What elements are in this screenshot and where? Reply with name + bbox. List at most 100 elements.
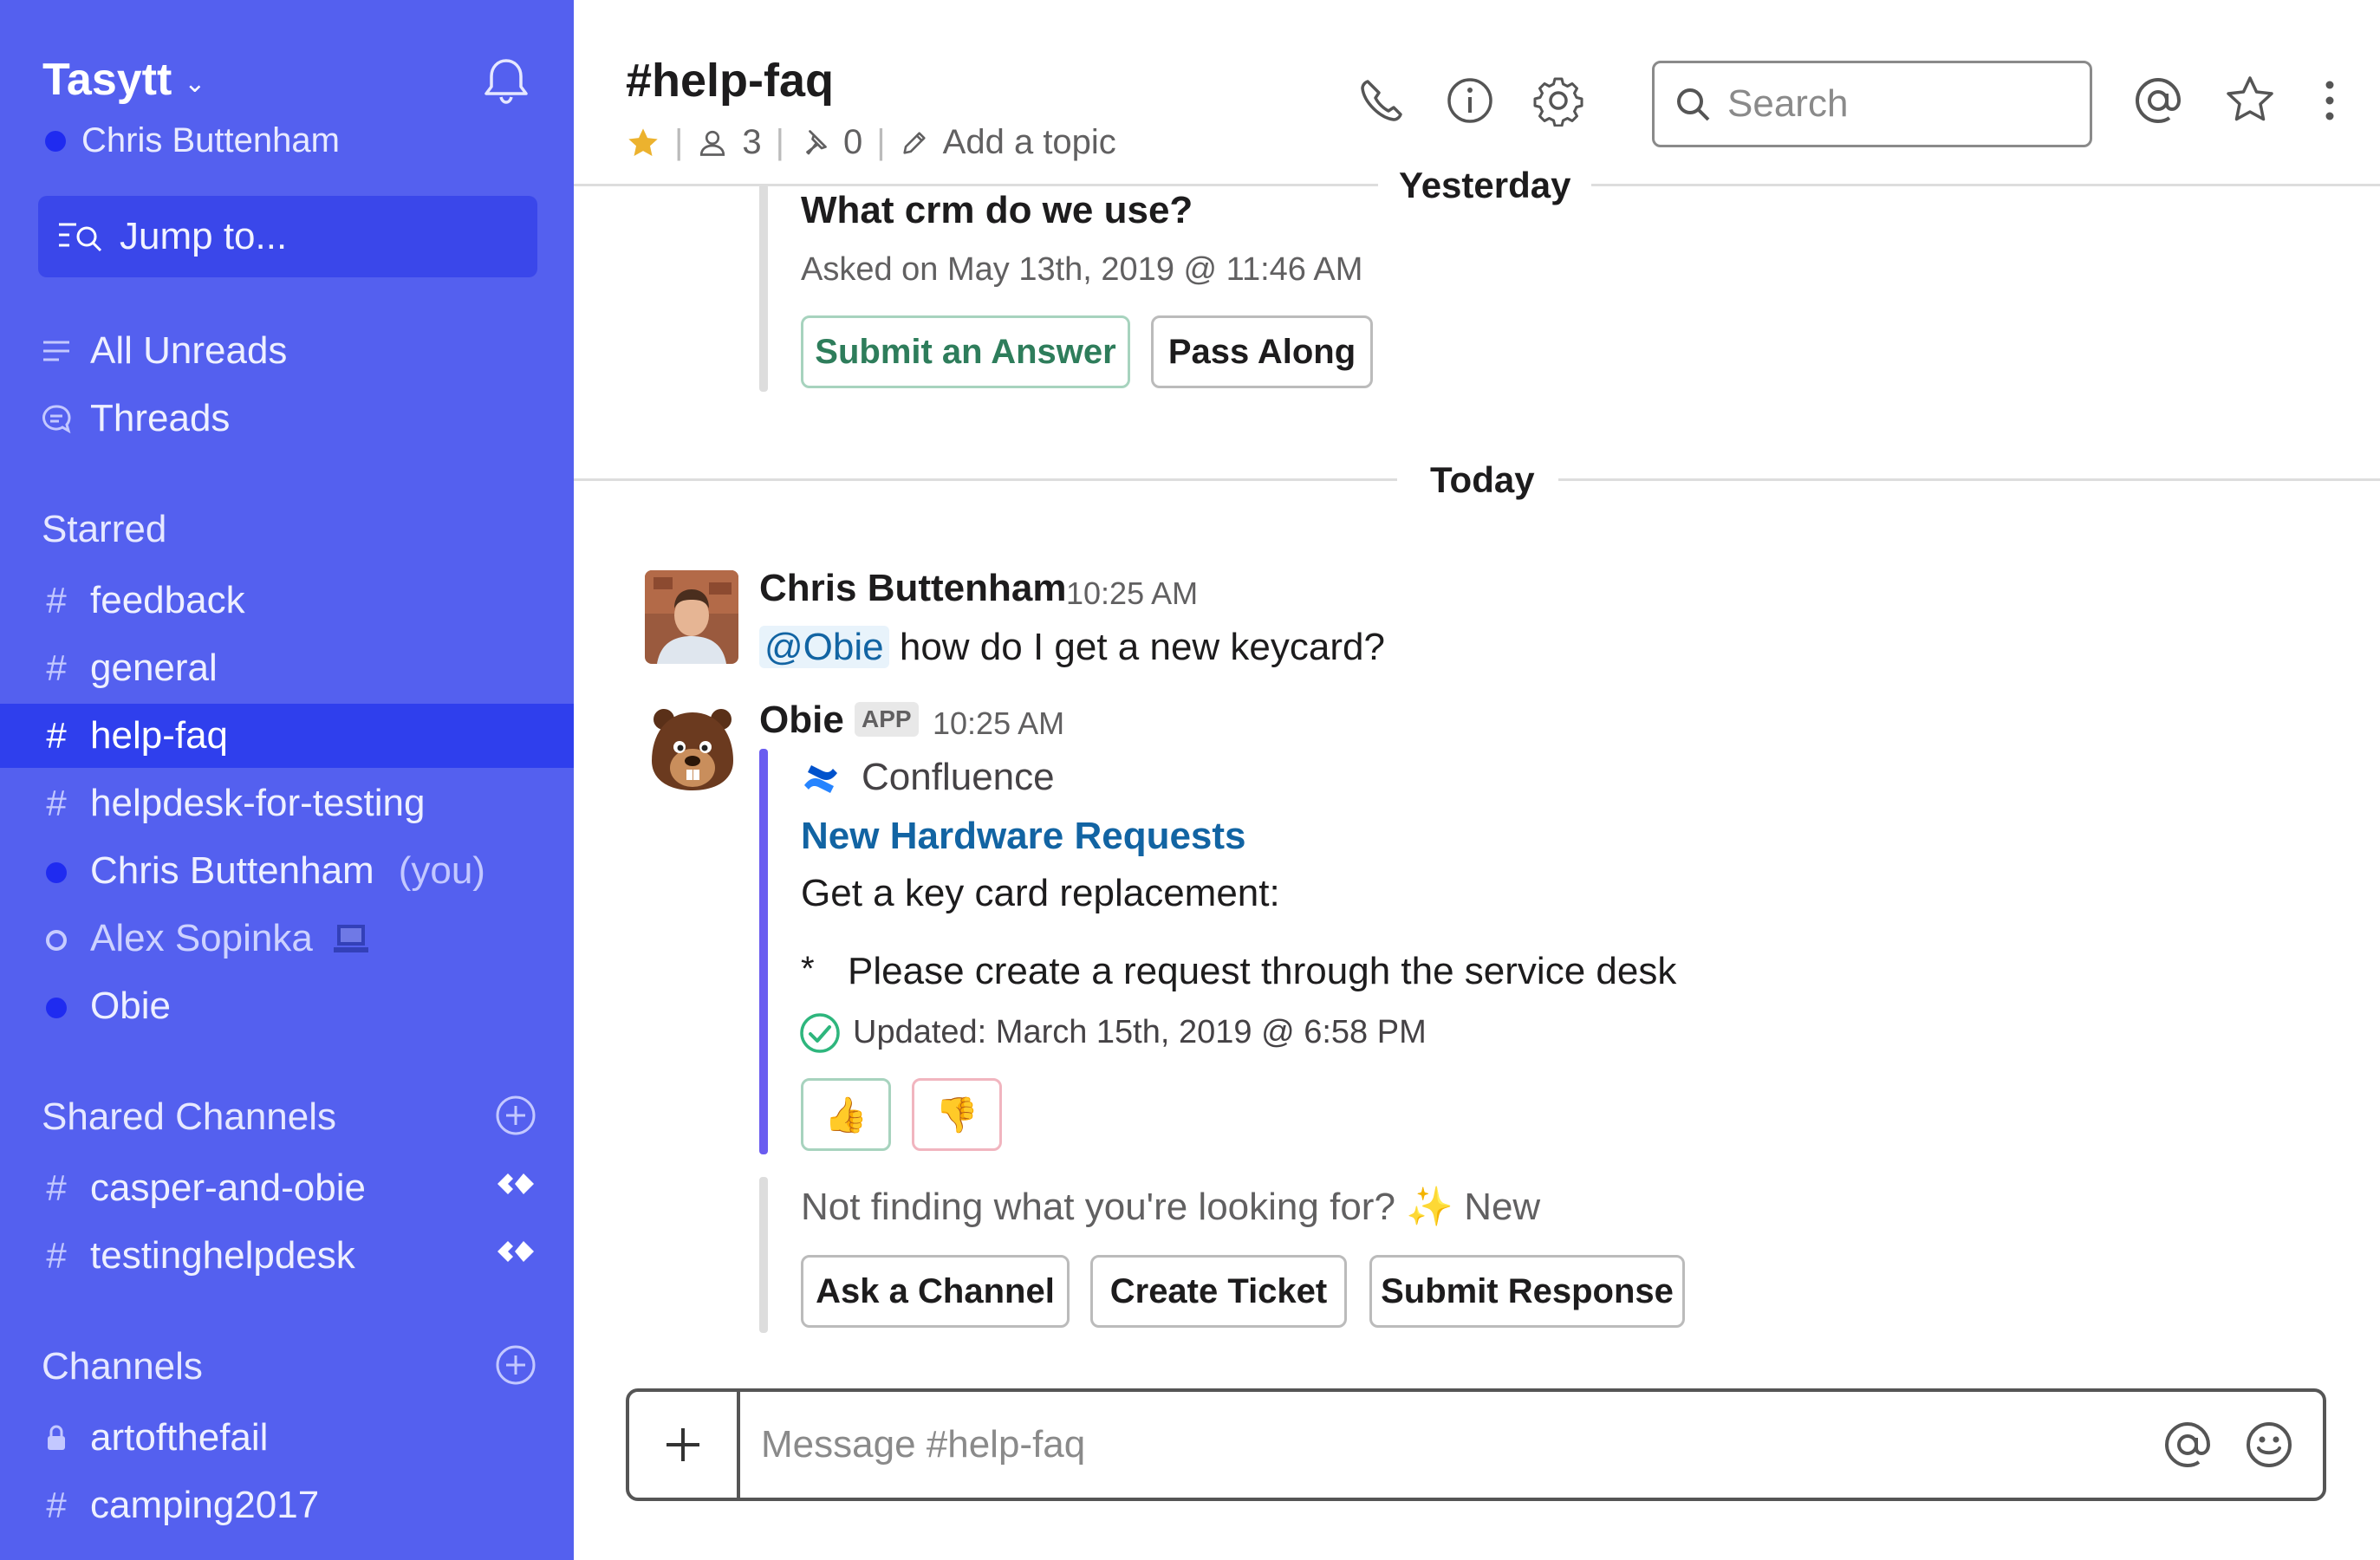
member-count[interactable]: 3 [742, 123, 761, 162]
pass-along-button[interactable]: Pass Along [1151, 315, 1373, 388]
team-switcher[interactable]: Tasytt ⌄ [42, 54, 205, 106]
not-finding-text: Not finding what you're looking for? ✨ N… [801, 1184, 1540, 1229]
thumbs-up-icon: 👍 [824, 1095, 868, 1134]
sidebar-item-dm-alex[interactable]: Alex Sopinka [0, 907, 574, 971]
hash-icon: # [46, 1485, 67, 1525]
info-icon[interactable] [1444, 75, 1496, 127]
search-icon [1677, 88, 1710, 121]
hash-icon: # [46, 783, 67, 823]
attachment-bar [759, 749, 768, 1154]
sidebar-item-label: testinghelpdesk [90, 1234, 355, 1277]
submit-response-button[interactable]: Submit Response [1369, 1255, 1685, 1328]
sidebar-item-all-unreads[interactable]: All Unreads [0, 319, 574, 383]
message-time[interactable]: 10:25 AM [933, 705, 1064, 742]
sidebar-item-helpdesk-for-testing[interactable]: # helpdesk-for-testing [0, 771, 574, 835]
pin-count[interactable]: 0 [843, 123, 862, 162]
channel-meta: | 3 | 0 | Add a topic [626, 123, 1116, 162]
hash-icon: # [46, 1167, 67, 1208]
day-divider-today: Today [1409, 459, 1556, 501]
sidebar-item-dm-chris[interactable]: Chris Buttenham (you) [0, 839, 574, 903]
add-channel-icon[interactable] [494, 1343, 537, 1387]
sidebar-item-label: Obie [90, 985, 171, 1027]
attachment-title-link[interactable]: New Hardware Requests [801, 815, 1246, 858]
thumbs-up-button[interactable]: 👍 [801, 1078, 891, 1151]
sidebar-item-threads[interactable]: Threads [0, 387, 574, 451]
add-topic-link[interactable]: Add a topic [943, 123, 1116, 162]
sidebar-item-camping2017[interactable]: # camping2017 [0, 1473, 574, 1537]
message-author[interactable]: Obie [759, 699, 844, 742]
channel-title[interactable]: #help-faq [626, 54, 834, 107]
sidebar-item-label: Chris Buttenham [90, 849, 374, 892]
sidebar-item-general[interactable]: # general [0, 636, 574, 700]
ask-a-channel-button[interactable]: Ask a Channel [801, 1255, 1070, 1328]
section-shared-channels-title[interactable]: Shared Channels [42, 1095, 336, 1139]
mention-obie[interactable]: @Obie [759, 626, 889, 668]
day-divider-yesterday: Yesterday [1378, 165, 1592, 206]
separator: | [876, 123, 886, 161]
sidebar-item-help-faq[interactable]: # help-faq [0, 704, 574, 768]
confluence-icon [804, 765, 837, 793]
jump-to-button[interactable]: Jump to... [38, 196, 537, 277]
sparkle-icon: ✨ [1406, 1186, 1453, 1228]
section-starred-title[interactable]: Starred [42, 508, 166, 551]
avatar[interactable] [645, 570, 738, 664]
message-text: @Obie how do I get a new keycard? [759, 626, 1385, 669]
create-ticket-button[interactable]: Create Ticket [1090, 1255, 1347, 1328]
message-time[interactable]: 10:25 AM [1066, 575, 1198, 612]
you-suffix: (you) [398, 849, 485, 892]
sidebar-item-dm-obie[interactable]: Obie [0, 974, 574, 1038]
message-input[interactable] [740, 1423, 2162, 1466]
question-title: What crm do we use? [801, 189, 1193, 231]
attachment-body: Get a key card replacement: [801, 872, 1280, 914]
team-name: Tasytt [42, 55, 172, 105]
obie-avatar[interactable] [645, 700, 740, 796]
attach-button[interactable] [629, 1392, 740, 1498]
sidebar-item-feedback[interactable]: # feedback [0, 569, 574, 633]
add-shared-channel-icon[interactable] [494, 1094, 537, 1137]
emoji-icon[interactable] [2243, 1419, 2295, 1471]
check-circle-icon [800, 1013, 840, 1053]
message-author[interactable]: Chris Buttenham [759, 567, 1066, 610]
more-vertical-icon[interactable] [2304, 75, 2356, 127]
sidebar-item-label: helpdesk-for-testing [90, 782, 426, 824]
laptop-status-icon [333, 925, 368, 952]
not-finding-label: Not finding what you're looking for? [801, 1186, 1395, 1228]
separator: | [674, 123, 684, 161]
divider-line [1586, 184, 2380, 186]
sidebar-item-casper-and-obie[interactable]: # casper-and-obie [0, 1156, 574, 1220]
search-input[interactable] [1727, 82, 2057, 126]
mention-icon[interactable] [2162, 1419, 2214, 1471]
pin-icon[interactable] [798, 127, 829, 159]
phone-icon[interactable] [1356, 75, 1408, 127]
message-body: how do I get a new keycard? [899, 626, 1385, 668]
question-asked-date: Asked on May 13th, 2019 @ 11:46 AM [801, 251, 1363, 288]
members-icon[interactable] [697, 127, 728, 159]
sidebar-item-artofthefail[interactable]: artofthefail [0, 1406, 574, 1470]
search-box[interactable] [1652, 61, 2092, 147]
current-user-name: Chris Buttenham [81, 121, 340, 159]
sidebar-item-testinghelpdesk[interactable]: # testinghelpdesk [0, 1224, 574, 1288]
sidebar-item-partial[interactable]: # [0, 1541, 574, 1560]
sidebar: Tasytt ⌄ Chris Buttenham Jump to... All … [0, 0, 574, 1560]
pencil-icon [903, 131, 926, 154]
star-outline-icon[interactable] [2224, 75, 2276, 127]
gear-icon[interactable] [1532, 75, 1584, 127]
star-filled-icon[interactable] [626, 126, 660, 160]
app-badge: APP [855, 702, 919, 737]
updated-date: Updated: March 15th, 2019 @ 6:58 PM [853, 1014, 1427, 1050]
section-channels-title[interactable]: Channels [42, 1345, 203, 1388]
bell-icon[interactable] [478, 54, 534, 109]
presence-online-icon [42, 850, 71, 892]
submit-answer-button[interactable]: Submit an Answer [801, 315, 1130, 388]
attachment-bar [759, 184, 768, 392]
sidebar-item-label: camping2017 [90, 1484, 320, 1526]
sidebar-item-label: Threads [90, 397, 231, 439]
hash-icon: # [46, 647, 67, 688]
thumbs-down-icon: 👎 [935, 1095, 979, 1134]
mentions-icon[interactable] [2132, 75, 2184, 127]
thumbs-down-button[interactable]: 👎 [912, 1078, 1002, 1151]
sidebar-item-label: casper-and-obie [90, 1167, 366, 1209]
divider-line [574, 478, 1397, 481]
threads-icon [42, 405, 71, 433]
current-user[interactable]: Chris Buttenham [45, 121, 340, 160]
